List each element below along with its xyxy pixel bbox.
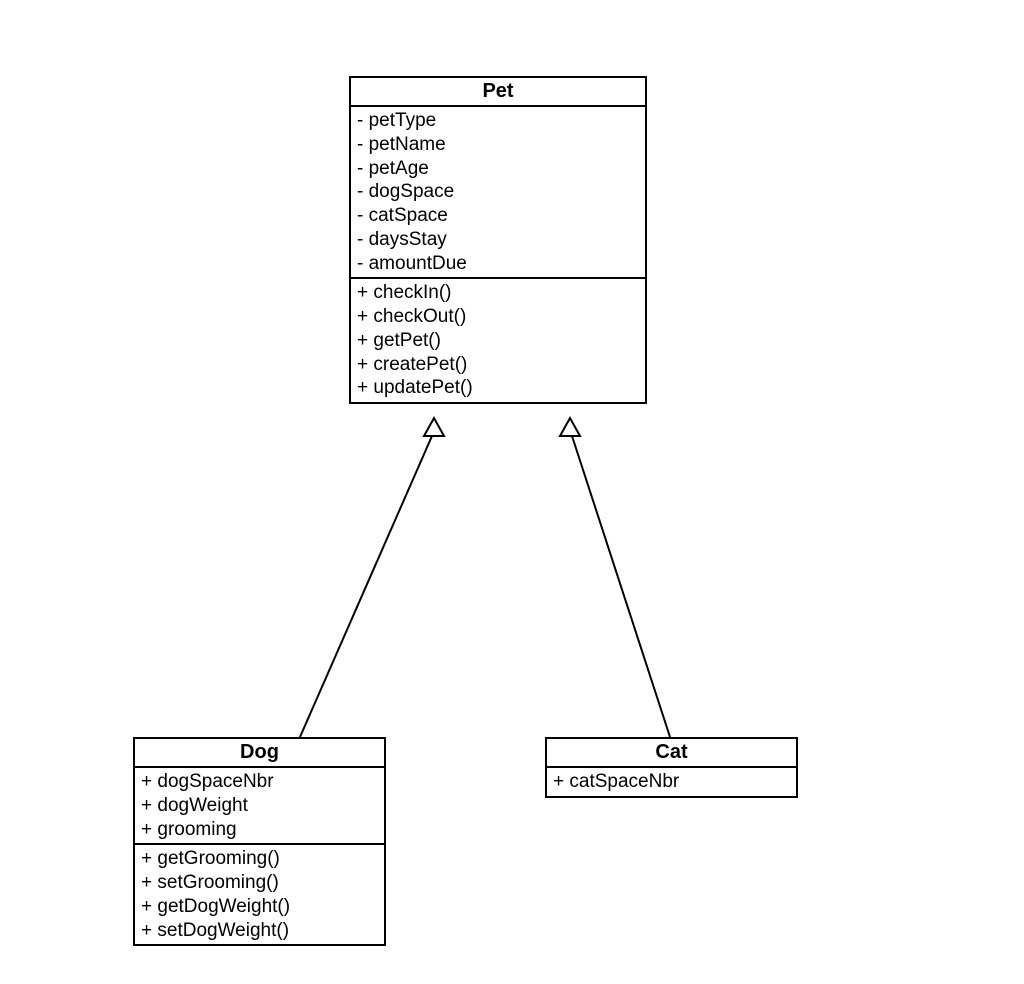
- class-dog: Dog + dogSpaceNbr + dogWeight + grooming…: [133, 737, 386, 946]
- method: + setDogWeight(): [141, 919, 378, 943]
- class-dog-methods: + getGrooming() + setGrooming() + getDog…: [135, 845, 384, 944]
- class-pet-attributes: - petType - petName - petAge - dogSpace …: [351, 107, 645, 279]
- attribute: + grooming: [141, 818, 378, 842]
- class-cat-attributes: + catSpaceNbr: [547, 768, 796, 796]
- method: + getDogWeight(): [141, 895, 378, 919]
- attribute: + dogSpaceNbr: [141, 770, 378, 794]
- attribute: - catSpace: [357, 204, 639, 228]
- attribute: - amountDue: [357, 252, 639, 276]
- attribute: - petName: [357, 133, 639, 157]
- uml-diagram: Pet - petType - petName - petAge - dogSp…: [0, 0, 1024, 984]
- class-pet-methods: + checkIn() + checkOut() + getPet() + cr…: [351, 279, 645, 402]
- method: + getPet(): [357, 329, 639, 353]
- attribute: + dogWeight: [141, 794, 378, 818]
- class-dog-attributes: + dogSpaceNbr + dogWeight + grooming: [135, 768, 384, 845]
- attribute: - petType: [357, 109, 639, 133]
- inheritance-dog-to-pet: [300, 418, 444, 737]
- attribute: - petAge: [357, 157, 639, 181]
- class-pet-title: Pet: [351, 78, 645, 107]
- attribute: + catSpaceNbr: [553, 770, 790, 794]
- class-pet: Pet - petType - petName - petAge - dogSp…: [349, 76, 647, 404]
- method: + checkOut(): [357, 305, 639, 329]
- method: + createPet(): [357, 353, 639, 377]
- method: + checkIn(): [357, 281, 639, 305]
- attribute: - daysStay: [357, 228, 639, 252]
- class-dog-title: Dog: [135, 739, 384, 768]
- method: + setGrooming(): [141, 871, 378, 895]
- method: + getGrooming(): [141, 847, 378, 871]
- class-cat-title: Cat: [547, 739, 796, 768]
- attribute: - dogSpace: [357, 180, 639, 204]
- class-cat: Cat + catSpaceNbr: [545, 737, 798, 798]
- method: + updatePet(): [357, 376, 639, 400]
- inheritance-cat-to-pet: [560, 418, 670, 737]
